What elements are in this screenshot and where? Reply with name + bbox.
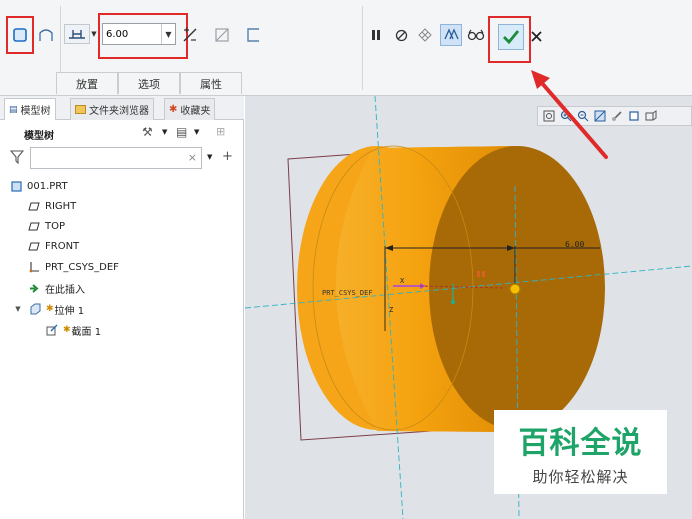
display-style-icon[interactable] bbox=[627, 109, 641, 123]
filter-funnel-icon bbox=[9, 150, 25, 167]
tree-item-right-plane[interactable]: RIGHT bbox=[28, 196, 76, 216]
tree-item-csys[interactable]: PRT_CSYS_DEF bbox=[28, 257, 119, 277]
dashboard-ribbon: ▼ ▼ 放置 选项 属性 bbox=[0, 0, 692, 96]
repaint-icon[interactable] bbox=[610, 109, 624, 123]
ribbon-separator bbox=[362, 6, 363, 90]
clear-search-icon[interactable]: × bbox=[188, 151, 197, 164]
insert-here-icon bbox=[28, 282, 40, 294]
dimension-value-label[interactable]: 6.00 bbox=[565, 240, 584, 249]
axis-x-label: X bbox=[400, 277, 405, 285]
depth-option-dropdown-icon[interactable]: ▼ bbox=[90, 28, 98, 40]
zoom-in-icon[interactable] bbox=[559, 109, 573, 123]
tree-item-label: 在此插入 bbox=[45, 284, 85, 296]
show-columns-icon[interactable]: ▤ bbox=[176, 125, 187, 139]
flip-direction-icon[interactable] bbox=[180, 25, 200, 45]
tree-item-insert-here[interactable]: 在此插入 bbox=[28, 278, 85, 298]
tree-header-title: 模型树 bbox=[24, 131, 54, 142]
model-tree-icon: ▤ bbox=[9, 104, 18, 115]
favorites-star-icon: ✱ bbox=[169, 104, 178, 115]
folder-icon bbox=[75, 105, 86, 114]
watermark: 百科全说 助你轻松解决 bbox=[494, 410, 667, 494]
saved-orientations-icon[interactable] bbox=[644, 109, 658, 123]
zoom-fit-icon[interactable] bbox=[542, 109, 556, 123]
tree-item-label: 截面 1 bbox=[71, 326, 102, 338]
tree-search-field[interactable]: × bbox=[30, 147, 202, 169]
tree-settings-dropdown-icon[interactable]: ▼ bbox=[162, 128, 167, 136]
csys-label: PRT_CSYS_DEF bbox=[322, 289, 373, 297]
tree-item-label: 拉伸 1 bbox=[54, 305, 85, 317]
new-feature-asterisk-icon: ✱ bbox=[63, 325, 71, 335]
tree-item-part[interactable]: 001.PRT bbox=[10, 176, 68, 196]
verify-mode-icon[interactable] bbox=[466, 26, 486, 44]
graphics-toolbar bbox=[537, 106, 692, 126]
coordinate-system-icon bbox=[28, 261, 40, 273]
zoom-out-icon[interactable] bbox=[576, 109, 590, 123]
watermark-subtitle: 助你轻松解决 bbox=[532, 467, 629, 486]
tree-item-front-plane[interactable]: FRONT bbox=[28, 236, 79, 256]
tree-item-label: RIGHT bbox=[45, 200, 77, 212]
watermark-title: 百科全说 bbox=[518, 425, 643, 461]
pause-icon[interactable] bbox=[368, 27, 384, 43]
new-feature-asterisk-icon: ✱ bbox=[46, 304, 54, 314]
add-filter-icon[interactable]: + bbox=[222, 149, 233, 164]
tab-folder-browser[interactable]: 文件夹浏览器 bbox=[70, 98, 154, 120]
confirm-checkmark-icon[interactable] bbox=[498, 24, 524, 50]
tree-item-label: TOP bbox=[45, 220, 66, 232]
tree-search-input[interactable] bbox=[34, 149, 184, 167]
datum-plane-icon bbox=[28, 240, 40, 252]
datum-plane-icon bbox=[28, 220, 40, 232]
tab-folder-browser-label: 文件夹浏览器 bbox=[89, 106, 149, 117]
tree-item-label: PRT_CSYS_DEF bbox=[45, 261, 119, 273]
panel-tab-bar: ▤ 模型树 文件夹浏览器 ✱ 收藏夹 bbox=[0, 96, 244, 120]
extrude-surface-icon[interactable] bbox=[37, 26, 55, 44]
thicken-sketch-icon[interactable] bbox=[243, 25, 263, 45]
tab-model-tree[interactable]: ▤ 模型树 bbox=[4, 98, 56, 120]
part-icon bbox=[10, 180, 22, 192]
show-columns-dropdown-icon[interactable]: ▼ bbox=[194, 128, 199, 136]
tab-model-tree-label: 模型树 bbox=[20, 106, 51, 117]
depth-dropdown-icon[interactable]: ▼ bbox=[161, 24, 175, 44]
tab-favorites[interactable]: ✱ 收藏夹 bbox=[164, 98, 216, 120]
extrude-solid-icon[interactable] bbox=[11, 26, 29, 44]
extrude-icon bbox=[29, 303, 41, 315]
refit-icon[interactable] bbox=[593, 109, 607, 123]
tab-options[interactable]: 选项 bbox=[118, 72, 180, 94]
model-tree-panel: ▤ 模型树 文件夹浏览器 ✱ 收藏夹 模型树 ⚒ ▼ ▤ ▼ ⊞ × ▼ + 0… bbox=[0, 96, 244, 519]
mesh-preview-icon[interactable] bbox=[416, 26, 434, 44]
tab-placement[interactable]: 放置 bbox=[56, 72, 118, 94]
remove-material-icon[interactable] bbox=[212, 25, 232, 45]
tree-item-section[interactable]: ✱ 截面 1 bbox=[46, 320, 101, 340]
axis-z-label: Z bbox=[389, 306, 394, 314]
filter-dropdown-icon[interactable]: ▼ bbox=[207, 153, 212, 161]
drag-handle-icon bbox=[509, 283, 521, 295]
geometry-preview-icon[interactable] bbox=[440, 24, 462, 46]
depth-value-input[interactable] bbox=[103, 25, 161, 43]
tree-item-extrude[interactable]: ▼ ✱ 拉伸 1 bbox=[12, 299, 84, 319]
datum-plane-icon bbox=[28, 200, 40, 212]
tab-favorites-label: 收藏夹 bbox=[180, 106, 211, 117]
depth-option-icon[interactable] bbox=[64, 24, 90, 44]
sketch-icon bbox=[46, 324, 58, 336]
tree-settings-icon[interactable]: ⚒ bbox=[142, 125, 153, 139]
expand-triangle-icon[interactable]: ▼ bbox=[12, 303, 24, 315]
tree-item-label: 001.PRT bbox=[27, 180, 68, 192]
tree-item-label: FRONT bbox=[45, 240, 80, 252]
tab-properties[interactable]: 属性 bbox=[180, 72, 242, 94]
no-preview-icon[interactable] bbox=[393, 27, 409, 43]
depth-value-field[interactable]: ▼ bbox=[102, 23, 176, 45]
tree-item-top-plane[interactable]: TOP bbox=[28, 216, 65, 236]
tree-header: 模型树 ⚒ ▼ ▤ ▼ ⊞ bbox=[0, 121, 244, 145]
cancel-close-icon[interactable] bbox=[529, 29, 543, 43]
filter-row: × ▼ + bbox=[0, 146, 244, 170]
tree-filter-settings-icon[interactable]: ⊞ bbox=[216, 125, 225, 138]
